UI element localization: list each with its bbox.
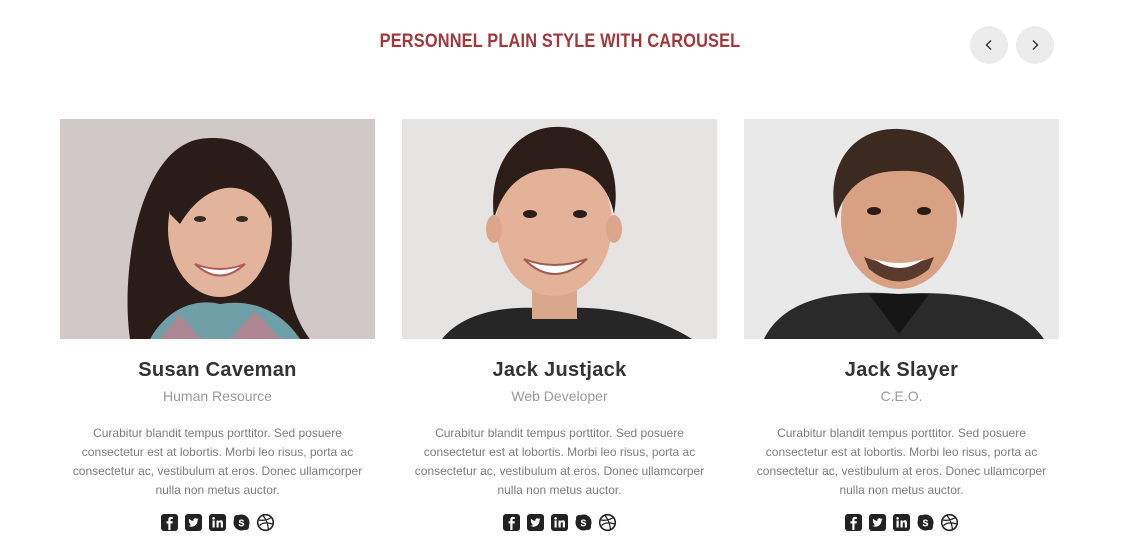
facebook-icon[interactable] (160, 513, 179, 532)
social-links (60, 513, 375, 532)
team-card: Susan Caveman Human Resource Curabitur b… (60, 119, 375, 532)
team-card: Jack Slayer C.E.O. Curabitur blandit tem… (744, 119, 1059, 532)
member-name: Susan Caveman (138, 359, 297, 381)
member-role: Web Developer (511, 388, 608, 404)
linkedin-icon[interactable] (208, 513, 227, 532)
facebook-icon[interactable] (844, 513, 863, 532)
member-name: Jack Slayer (844, 359, 959, 381)
twitter-icon[interactable] (526, 513, 545, 532)
member-bio: Curabitur blandit tempus porttitor. Sed … (72, 426, 363, 497)
twitter-icon[interactable] (184, 513, 203, 532)
dribbble-icon[interactable] (598, 513, 617, 532)
twitter-icon[interactable] (868, 513, 887, 532)
dribbble-icon[interactable] (940, 513, 959, 532)
skype-icon[interactable] (916, 513, 935, 532)
social-links (402, 513, 717, 532)
facebook-icon[interactable] (502, 513, 521, 532)
carousel-next-button[interactable] (1016, 26, 1054, 64)
carousel-prev-button[interactable] (970, 26, 1008, 64)
dribbble-icon[interactable] (256, 513, 275, 532)
section-title: PERSONNEL PLAIN STYLE WITH CAROUSEL (379, 31, 741, 52)
member-bio: Curabitur blandit tempus porttitor. Sed … (756, 426, 1047, 497)
member-role: C.E.O. (880, 388, 923, 404)
member-photo (402, 119, 717, 339)
team-card: Jack Justjack Web Developer Curabitur bl… (402, 119, 717, 532)
member-photo (744, 119, 1059, 339)
social-links (744, 513, 1059, 532)
member-role: Human Resource (163, 388, 272, 404)
member-name: Jack Justjack (492, 359, 627, 381)
linkedin-icon[interactable] (550, 513, 569, 532)
skype-icon[interactable] (232, 513, 251, 532)
skype-icon[interactable] (574, 513, 593, 532)
member-photo (60, 119, 375, 339)
linkedin-icon[interactable] (892, 513, 911, 532)
chevron-left-icon (985, 40, 992, 50)
member-bio: Curabitur blandit tempus porttitor. Sed … (414, 426, 705, 497)
chevron-right-icon (1032, 40, 1039, 50)
